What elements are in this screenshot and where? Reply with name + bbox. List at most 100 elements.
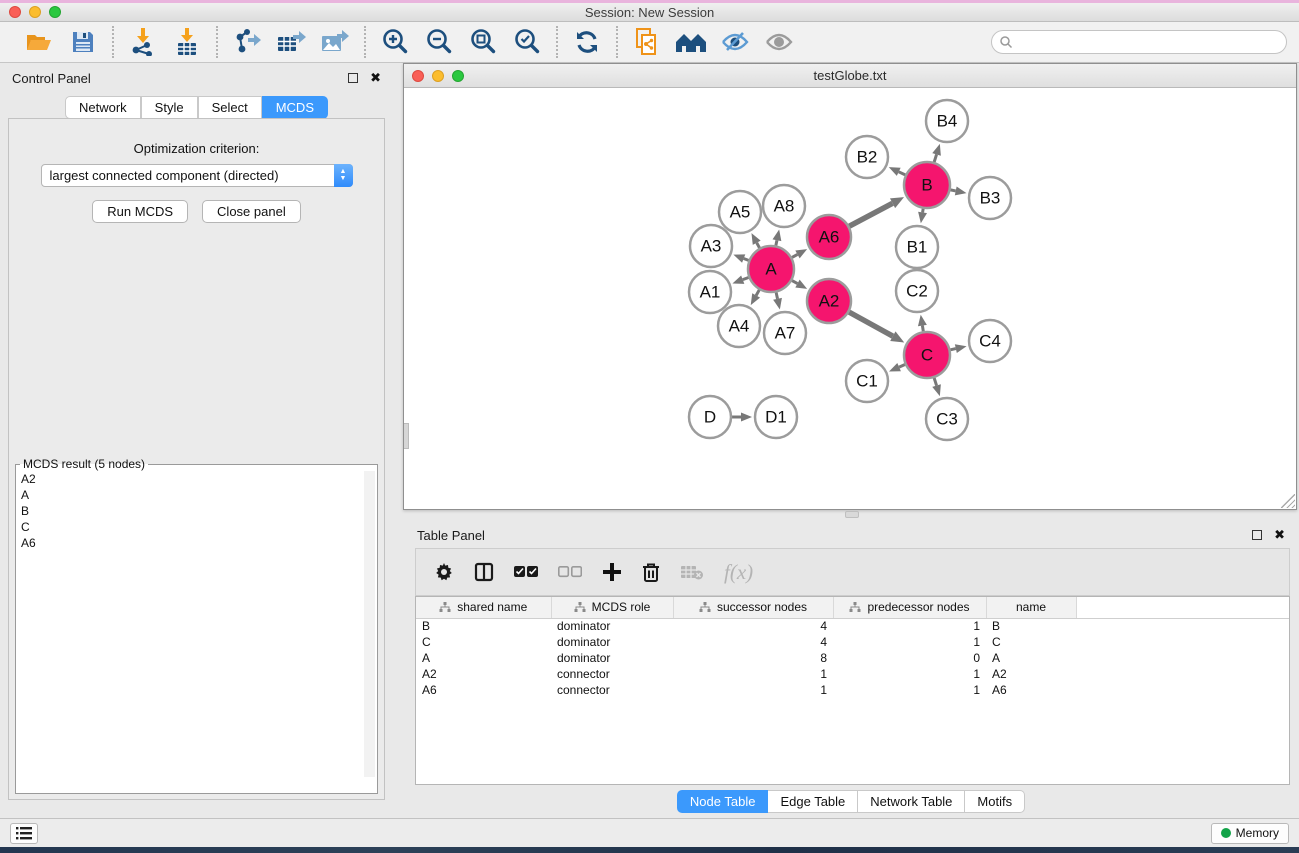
graph-node-A3[interactable]: A3 — [690, 225, 732, 267]
graph-node-A7[interactable]: A7 — [764, 312, 806, 354]
window-resize-grip[interactable] — [1281, 494, 1295, 508]
table-cell[interactable]: 8 — [673, 650, 833, 666]
graph-node-A8[interactable]: A8 — [763, 185, 805, 227]
edge-A6-B[interactable] — [849, 203, 892, 226]
maximize-window-button[interactable] — [49, 6, 61, 18]
zoom-fit-icon[interactable] — [466, 26, 500, 58]
edge-C-C1[interactable] — [899, 365, 905, 368]
network-window-titlebar[interactable]: testGlobe.txt — [404, 64, 1296, 88]
table-cell[interactable]: 1 — [673, 666, 833, 682]
import-network-icon[interactable] — [126, 26, 160, 58]
table-cell[interactable]: A2 — [986, 666, 1076, 682]
show-columns-icon[interactable] — [474, 562, 494, 582]
graph-node-A6[interactable]: A6 — [807, 215, 851, 259]
graph-node-B4[interactable]: B4 — [926, 100, 968, 142]
run-mcds-button[interactable]: Run MCDS — [92, 200, 188, 223]
network-minimize-button[interactable] — [432, 70, 444, 82]
import-table-icon[interactable] — [170, 26, 204, 58]
close-panel-button[interactable]: Close panel — [202, 200, 301, 223]
zoom-in-icon[interactable] — [378, 26, 412, 58]
graph-node-C1[interactable]: C1 — [846, 360, 888, 402]
table-cell[interactable]: 1 — [833, 682, 986, 698]
tab-edge-table[interactable]: Edge Table — [768, 790, 858, 813]
edge-C-C2[interactable] — [922, 326, 923, 332]
close-panel-icon[interactable]: ✖ — [370, 73, 381, 83]
column-header-successor-nodes[interactable]: successor nodes — [673, 597, 833, 618]
search-input[interactable] — [1013, 35, 1286, 49]
result-item[interactable]: A6 — [16, 535, 377, 551]
graph-node-A2[interactable]: A2 — [807, 279, 851, 323]
table-cell[interactable]: A — [986, 650, 1076, 666]
table-cell[interactable]: A — [416, 650, 551, 666]
graph-node-A5[interactable]: A5 — [719, 191, 761, 233]
save-session-icon[interactable] — [66, 26, 100, 58]
edge-C-C4[interactable] — [950, 349, 955, 350]
export-image-icon[interactable] — [318, 26, 352, 58]
table-cell[interactable]: connector — [551, 682, 673, 698]
graph-node-B[interactable]: B — [904, 162, 950, 208]
edge-B-B3[interactable] — [951, 190, 956, 191]
hide-details-icon[interactable] — [718, 26, 752, 58]
graph-node-B2[interactable]: B2 — [846, 136, 888, 178]
table-cell[interactable]: dominator — [551, 634, 673, 650]
column-settings-gear-icon[interactable] — [434, 562, 454, 582]
graph-node-B3[interactable]: B3 — [969, 177, 1011, 219]
table-cell[interactable]: 4 — [673, 634, 833, 650]
column-header-name[interactable]: name — [986, 597, 1076, 618]
table-row[interactable]: Bdominator41B — [416, 618, 1289, 634]
column-header-MCDS-role[interactable]: MCDS role — [551, 597, 673, 618]
export-network-icon[interactable] — [230, 26, 264, 58]
table-cell[interactable]: A6 — [986, 682, 1076, 698]
table-row[interactable]: Cdominator41C — [416, 634, 1289, 650]
float-panel-icon[interactable] — [348, 73, 358, 83]
network-canvas[interactable]: B4B2BB3A8A5A6A3B1AA1C2A2A4A7C4CC1DD1C3 — [404, 88, 1296, 509]
edge-B-B1[interactable] — [923, 209, 924, 213]
graph-node-C[interactable]: C — [904, 332, 950, 378]
table-cell[interactable]: 4 — [673, 618, 833, 634]
table-cell[interactable]: A2 — [416, 666, 551, 682]
table-cell[interactable]: B — [416, 618, 551, 634]
table-cell[interactable]: 0 — [833, 650, 986, 666]
zoom-out-icon[interactable] — [422, 26, 456, 58]
table-cell[interactable]: B — [986, 618, 1076, 634]
edge-C-C3[interactable] — [934, 378, 936, 386]
graph-node-A4[interactable]: A4 — [718, 305, 760, 347]
graph-node-C4[interactable]: C4 — [969, 320, 1011, 362]
table-cell[interactable]: C — [416, 634, 551, 650]
result-item[interactable]: B — [16, 503, 377, 519]
graph-node-C3[interactable]: C3 — [926, 398, 968, 440]
edge-A-A1[interactable] — [743, 277, 749, 279]
edge-A-A7[interactable] — [776, 292, 777, 298]
close-window-button[interactable] — [9, 6, 21, 18]
column-header-shared-name[interactable]: shared name — [416, 597, 551, 618]
edge-A-A2[interactable] — [792, 281, 797, 284]
result-item[interactable]: A — [16, 487, 377, 503]
table-cell[interactable]: connector — [551, 666, 673, 682]
search-field[interactable] — [991, 30, 1287, 54]
graph-node-B1[interactable]: B1 — [896, 226, 938, 268]
graph-node-A1[interactable]: A1 — [689, 271, 731, 313]
clone-network-icon[interactable] — [630, 26, 664, 58]
task-history-button[interactable] — [10, 823, 38, 844]
canvas-left-handle[interactable] — [404, 423, 409, 449]
graph-node-D[interactable]: D — [689, 396, 731, 438]
refresh-layout-icon[interactable] — [570, 26, 604, 58]
select-all-columns-icon[interactable] — [514, 565, 538, 579]
memory-button[interactable]: Memory — [1211, 823, 1289, 844]
home-layout-icon[interactable] — [674, 26, 708, 58]
table-float-icon[interactable] — [1252, 530, 1262, 540]
table-cell[interactable]: A6 — [416, 682, 551, 698]
table-cell[interactable]: 1 — [833, 666, 986, 682]
table-cell[interactable]: 1 — [673, 682, 833, 698]
graph-node-C2[interactable]: C2 — [896, 270, 938, 312]
mcds-result-list[interactable]: A2ABCA6 — [16, 471, 377, 777]
table-cell[interactable]: dominator — [551, 650, 673, 666]
edge-B-B4[interactable] — [934, 154, 936, 162]
open-file-icon[interactable] — [22, 26, 56, 58]
table-cell[interactable]: C — [986, 634, 1076, 650]
network-maximize-button[interactable] — [452, 70, 464, 82]
tab-network-table[interactable]: Network Table — [858, 790, 965, 813]
graph-node-D1[interactable]: D1 — [755, 396, 797, 438]
result-item[interactable]: A2 — [16, 471, 377, 487]
optimization-dropdown[interactable]: largest connected component (directed) ▲… — [41, 164, 353, 187]
